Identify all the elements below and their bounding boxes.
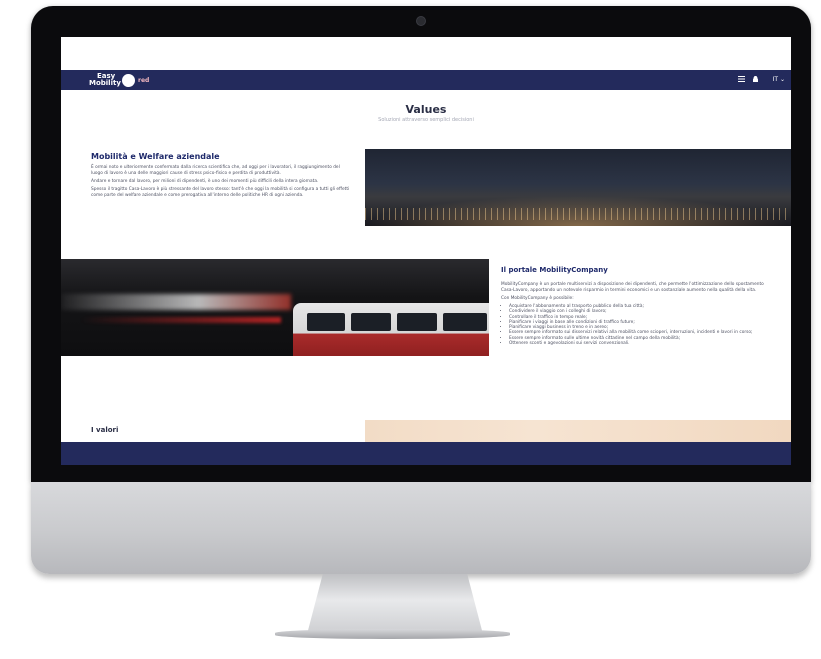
section-title-values: I valori xyxy=(91,426,119,434)
bus-window xyxy=(351,313,391,331)
list-item: Ottenere sconti e agevolazioni sui servi… xyxy=(509,341,771,346)
logo-badge-icon xyxy=(122,74,135,87)
monitor-chin xyxy=(31,482,811,574)
section-body-portal: MobilityCompany è un portale multiserviz… xyxy=(501,282,771,346)
paragraph: MobilityCompany è un portale multiserviz… xyxy=(501,282,764,293)
light-streak xyxy=(81,317,281,323)
bus-window xyxy=(397,313,437,331)
logo-line2: Mobility xyxy=(89,79,121,87)
city-skyline-image xyxy=(365,149,791,226)
bus-motion-image xyxy=(61,259,489,356)
monitor-stand xyxy=(307,574,483,632)
monitor-base xyxy=(275,629,510,639)
bus xyxy=(293,303,489,356)
user-icon[interactable] xyxy=(753,76,759,82)
footer-band xyxy=(61,442,791,465)
values-image xyxy=(365,420,791,442)
light-streak xyxy=(61,294,291,310)
language-selector[interactable]: IT ⌄ xyxy=(767,76,785,83)
feature-list: Acquistare l'abbonamento al trasporto pu… xyxy=(509,304,771,346)
logo-suffix: red xyxy=(138,77,150,84)
paragraph: Andare e tornare dal lavoro, per milioni… xyxy=(91,179,319,184)
nav-actions: IT ⌄ xyxy=(732,75,785,83)
site-logo[interactable]: Easy Mobility red xyxy=(89,73,149,87)
paragraph: È ormai noto e ulteriormente confermato … xyxy=(91,165,340,176)
bus-window xyxy=(307,313,345,331)
page-subtitle: Soluzioni attraverso semplici decisioni xyxy=(378,117,474,123)
language-label: IT xyxy=(772,76,779,83)
camera-icon xyxy=(416,16,426,26)
section-title-portal: Il portale MobilityCompany xyxy=(501,266,608,274)
monitor-screen: Easy Mobility red IT ⌄ Values Soluzioni … xyxy=(61,37,791,465)
section-title-mobility: Mobilità e Welfare aziendale xyxy=(91,152,220,161)
page-title: Values xyxy=(405,103,447,116)
top-navbar: Easy Mobility red IT ⌄ xyxy=(61,70,791,90)
menu-icon[interactable] xyxy=(738,76,746,82)
paragraph: Con MobilityCompany è possibile: xyxy=(501,296,574,301)
paragraph: Spesso il tragitto Casa-Lavoro è più str… xyxy=(91,187,350,198)
city-lights xyxy=(365,208,791,220)
list-item: Essere sempre informato sui disservizi r… xyxy=(509,330,771,335)
bus-window xyxy=(443,313,487,331)
section-body-mobility: È ormai noto e ulteriormente confermato … xyxy=(91,165,353,201)
